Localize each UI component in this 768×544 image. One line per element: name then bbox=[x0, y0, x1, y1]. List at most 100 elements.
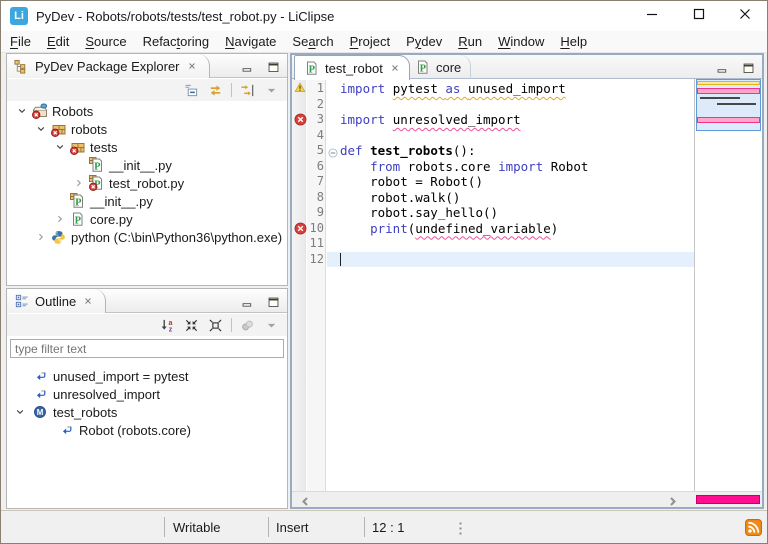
code-text: robot.say_hello() bbox=[340, 205, 498, 221]
view-menu-button[interactable] bbox=[263, 317, 280, 334]
chevron-down-icon[interactable] bbox=[15, 403, 25, 421]
toolbar-separator bbox=[231, 83, 232, 97]
svg-text:z: z bbox=[169, 326, 173, 332]
minimize-view-button[interactable] bbox=[239, 294, 256, 311]
menu-run[interactable]: Run bbox=[450, 31, 490, 53]
code-line-7[interactable]: 7 robot = Robot() bbox=[292, 174, 694, 190]
code-editor[interactable]: 1import pytest as unused_import23import … bbox=[292, 79, 762, 491]
code-line-5[interactable]: 5def test_robots(): bbox=[292, 143, 694, 159]
chevron-right-icon[interactable] bbox=[36, 228, 46, 246]
outline-filter-input[interactable] bbox=[10, 339, 284, 358]
window-maximize-button[interactable] bbox=[676, 1, 722, 31]
filters-button-disabled[interactable] bbox=[239, 317, 256, 334]
status-drag-handle[interactable] bbox=[459, 521, 462, 536]
code-line-1[interactable]: 1import pytest as unused_import bbox=[292, 81, 694, 97]
menu-navigate[interactable]: Navigate bbox=[217, 31, 284, 53]
code-line-9[interactable]: 9 robot.say_hello() bbox=[292, 205, 694, 221]
tree-item-python-c-bin-python36-python-exe-[interactable]: python (C:\bin\Python36\python.exe) bbox=[7, 228, 287, 246]
outline-content: unused_import = pytestunresolved_importM… bbox=[7, 336, 287, 508]
code-line-6[interactable]: 6 from robots.core import Robot bbox=[292, 159, 694, 175]
link-with-editor-button[interactable] bbox=[207, 82, 224, 99]
close-icon bbox=[739, 7, 751, 25]
menu-search[interactable]: Search bbox=[284, 31, 341, 53]
svg-text:M: M bbox=[37, 408, 44, 417]
code-line-4[interactable]: 4 bbox=[292, 128, 694, 144]
minimap-viewport-thumb[interactable] bbox=[696, 79, 761, 131]
focus-on-working-set-button[interactable] bbox=[239, 82, 256, 99]
svg-text:P: P bbox=[309, 64, 316, 75]
minimize-editor-button[interactable] bbox=[714, 60, 731, 77]
view-menu-button[interactable] bbox=[263, 82, 280, 99]
python-file-package-icon: P bbox=[70, 192, 86, 210]
maximize-view-button[interactable] bbox=[265, 294, 282, 311]
collapse-all-button[interactable] bbox=[183, 82, 200, 99]
expand-selection-button[interactable] bbox=[207, 317, 224, 334]
tree-item-tests[interactable]: tests bbox=[7, 138, 287, 156]
chevron-right-icon[interactable] bbox=[74, 174, 84, 192]
tree-item-label: core.py bbox=[90, 210, 133, 228]
menu-file[interactable]: File bbox=[2, 31, 39, 53]
menu-window[interactable]: Window bbox=[490, 31, 552, 53]
minimap-code-line bbox=[717, 103, 756, 105]
tree-item-unused-import-pytest[interactable]: unused_import = pytest bbox=[7, 367, 287, 385]
close-tab-icon[interactable] bbox=[390, 63, 400, 73]
minimize-view-button[interactable] bbox=[239, 59, 256, 76]
tree-item-test-robots[interactable]: Mtest_robots bbox=[7, 403, 287, 421]
code-line-2[interactable]: 2 bbox=[292, 97, 694, 113]
window-close-button[interactable] bbox=[722, 1, 768, 31]
tree-item-robot-robots-core-[interactable]: Robot (robots.core) bbox=[7, 421, 287, 439]
package-explorer-tab[interactable]: PyDev Package Explorer bbox=[7, 54, 210, 78]
application-window: Li PyDev - Robots/robots/tests/test_robo… bbox=[0, 0, 768, 544]
tree-item-label: unresolved_import bbox=[53, 385, 160, 403]
tree-item-robots[interactable]: robots bbox=[7, 120, 287, 138]
tree-item-core-py[interactable]: Pcore.py bbox=[7, 210, 287, 228]
close-view-icon[interactable] bbox=[83, 296, 93, 306]
python-file-package-icon: P bbox=[89, 156, 105, 174]
tree-item--init-py[interactable]: P__init__.py bbox=[7, 156, 287, 174]
package-explorer-view-icon bbox=[13, 58, 30, 75]
editor-tab-core[interactable]: Pcore bbox=[406, 55, 471, 79]
close-view-icon[interactable] bbox=[187, 61, 197, 71]
tree-item-unresolved-import[interactable]: unresolved_import bbox=[7, 385, 287, 403]
code-text: robot = Robot() bbox=[340, 174, 483, 190]
status-writable: Writable bbox=[173, 520, 220, 535]
maximize-editor-button[interactable] bbox=[740, 60, 757, 77]
chevron-down-icon[interactable] bbox=[36, 120, 46, 138]
tree-item-label: __init__.py bbox=[90, 192, 153, 210]
menu-source[interactable]: Source bbox=[77, 31, 134, 53]
tree-item-label: robots bbox=[71, 120, 107, 138]
minimap-warning-marker[interactable] bbox=[697, 81, 760, 85]
maximize-view-button[interactable] bbox=[265, 59, 282, 76]
minimap-error-marker[interactable] bbox=[697, 88, 760, 94]
window-minimize-button[interactable] bbox=[629, 1, 675, 31]
menu-pydev[interactable]: Pydev bbox=[398, 31, 450, 53]
chevron-down-icon[interactable] bbox=[17, 102, 27, 120]
code-line-11[interactable]: 11 bbox=[292, 236, 694, 252]
line-number: 8 bbox=[292, 190, 324, 206]
horizontal-scrollbar[interactable] bbox=[292, 491, 762, 507]
liclipse-news-feed-icon[interactable] bbox=[745, 519, 762, 536]
minimap-code-line bbox=[700, 97, 740, 99]
chevron-down-icon[interactable] bbox=[55, 138, 65, 156]
tree-item-label: Robots bbox=[52, 102, 93, 120]
chevron-right-icon[interactable] bbox=[55, 210, 65, 228]
menu-refactoring[interactable]: Refactoring bbox=[135, 31, 218, 53]
code-lines[interactable]: 1import pytest as unused_import23import … bbox=[292, 81, 694, 491]
menu-edit[interactable]: Edit bbox=[39, 31, 77, 53]
minimap-error-marker[interactable] bbox=[697, 117, 760, 123]
menu-project[interactable]: Project bbox=[342, 31, 398, 53]
tree-item-test-robot-py[interactable]: Ptest_robot.py bbox=[7, 174, 287, 192]
tree-item-robots[interactable]: Robots bbox=[7, 102, 287, 120]
collapse-all-button[interactable] bbox=[183, 317, 200, 334]
svg-text:P: P bbox=[75, 215, 82, 226]
editor-tab-test_robot[interactable]: Ptest_robot bbox=[294, 55, 410, 80]
sort-alphabetically-button[interactable]: az bbox=[159, 317, 176, 334]
code-line-12[interactable]: 12 bbox=[292, 252, 694, 268]
outline-tab[interactable]: Outline bbox=[7, 289, 106, 313]
overview-minimap[interactable] bbox=[694, 79, 762, 491]
code-line-8[interactable]: 8 robot.walk() bbox=[292, 190, 694, 206]
menu-help[interactable]: Help bbox=[552, 31, 595, 53]
code-line-10[interactable]: 10 print(undefined_variable) bbox=[292, 221, 694, 237]
code-line-3[interactable]: 3import unresolved_import bbox=[292, 112, 694, 128]
tree-item--init-py[interactable]: P__init__.py bbox=[7, 192, 287, 210]
